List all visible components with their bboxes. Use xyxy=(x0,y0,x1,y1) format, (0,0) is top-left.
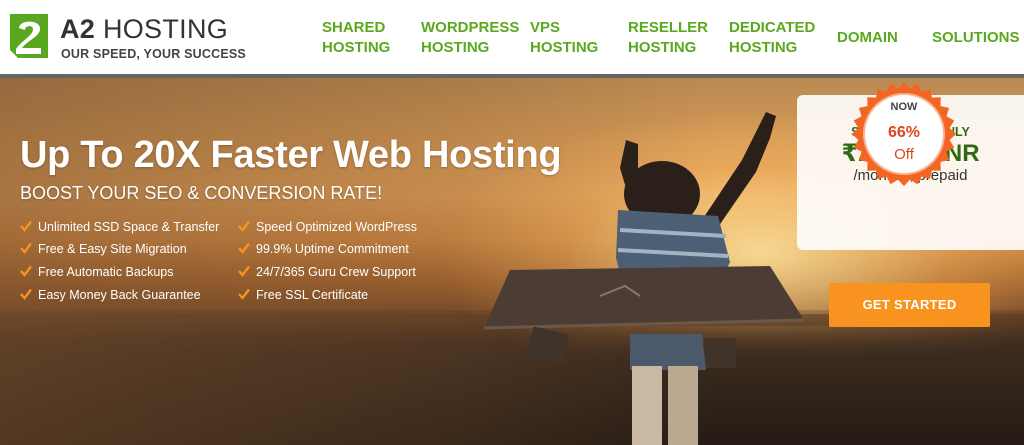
badge-now-label: NOW xyxy=(890,101,918,113)
site-header: A2 HOSTING OUR SPEED, YOUR SUCCESS SHARE… xyxy=(0,0,1024,78)
check-icon xyxy=(20,288,32,300)
check-icon xyxy=(238,288,250,300)
badge-percent: 66% xyxy=(887,124,921,141)
nav-domain[interactable]: DOMAIN xyxy=(837,28,898,48)
nav-vps-hosting[interactable]: VPS HOSTING xyxy=(530,18,598,58)
nav-solutions[interactable]: SOLUTIONS xyxy=(932,28,1020,48)
check-icon xyxy=(20,265,32,277)
badge-off-label: Off xyxy=(894,146,914,163)
check-icon xyxy=(20,242,32,254)
hero-title: Up To 20X Faster Web Hosting xyxy=(20,134,562,176)
main-nav: SHARED HOSTING WORDPRESS HOSTING VPS HOSTIN… xyxy=(0,0,1024,76)
hero-subtitle: BOOST YOUR SEO & CONVERSION RATE! xyxy=(20,183,383,203)
nav-shared-hosting[interactable]: SHARED HOSTING xyxy=(322,18,390,58)
check-icon xyxy=(238,242,250,254)
get-started-button[interactable]: GET STARTED xyxy=(829,283,990,327)
check-icon xyxy=(238,220,250,232)
check-icon xyxy=(238,265,250,277)
nav-reseller-hosting[interactable]: RESELLER HOSTING xyxy=(628,18,708,58)
nav-dedicated-hosting[interactable]: DEDICATED HOSTING xyxy=(729,18,815,58)
check-icon xyxy=(20,220,32,232)
nav-wordpress-hosting[interactable]: WORDPRESS HOSTING xyxy=(421,18,519,58)
